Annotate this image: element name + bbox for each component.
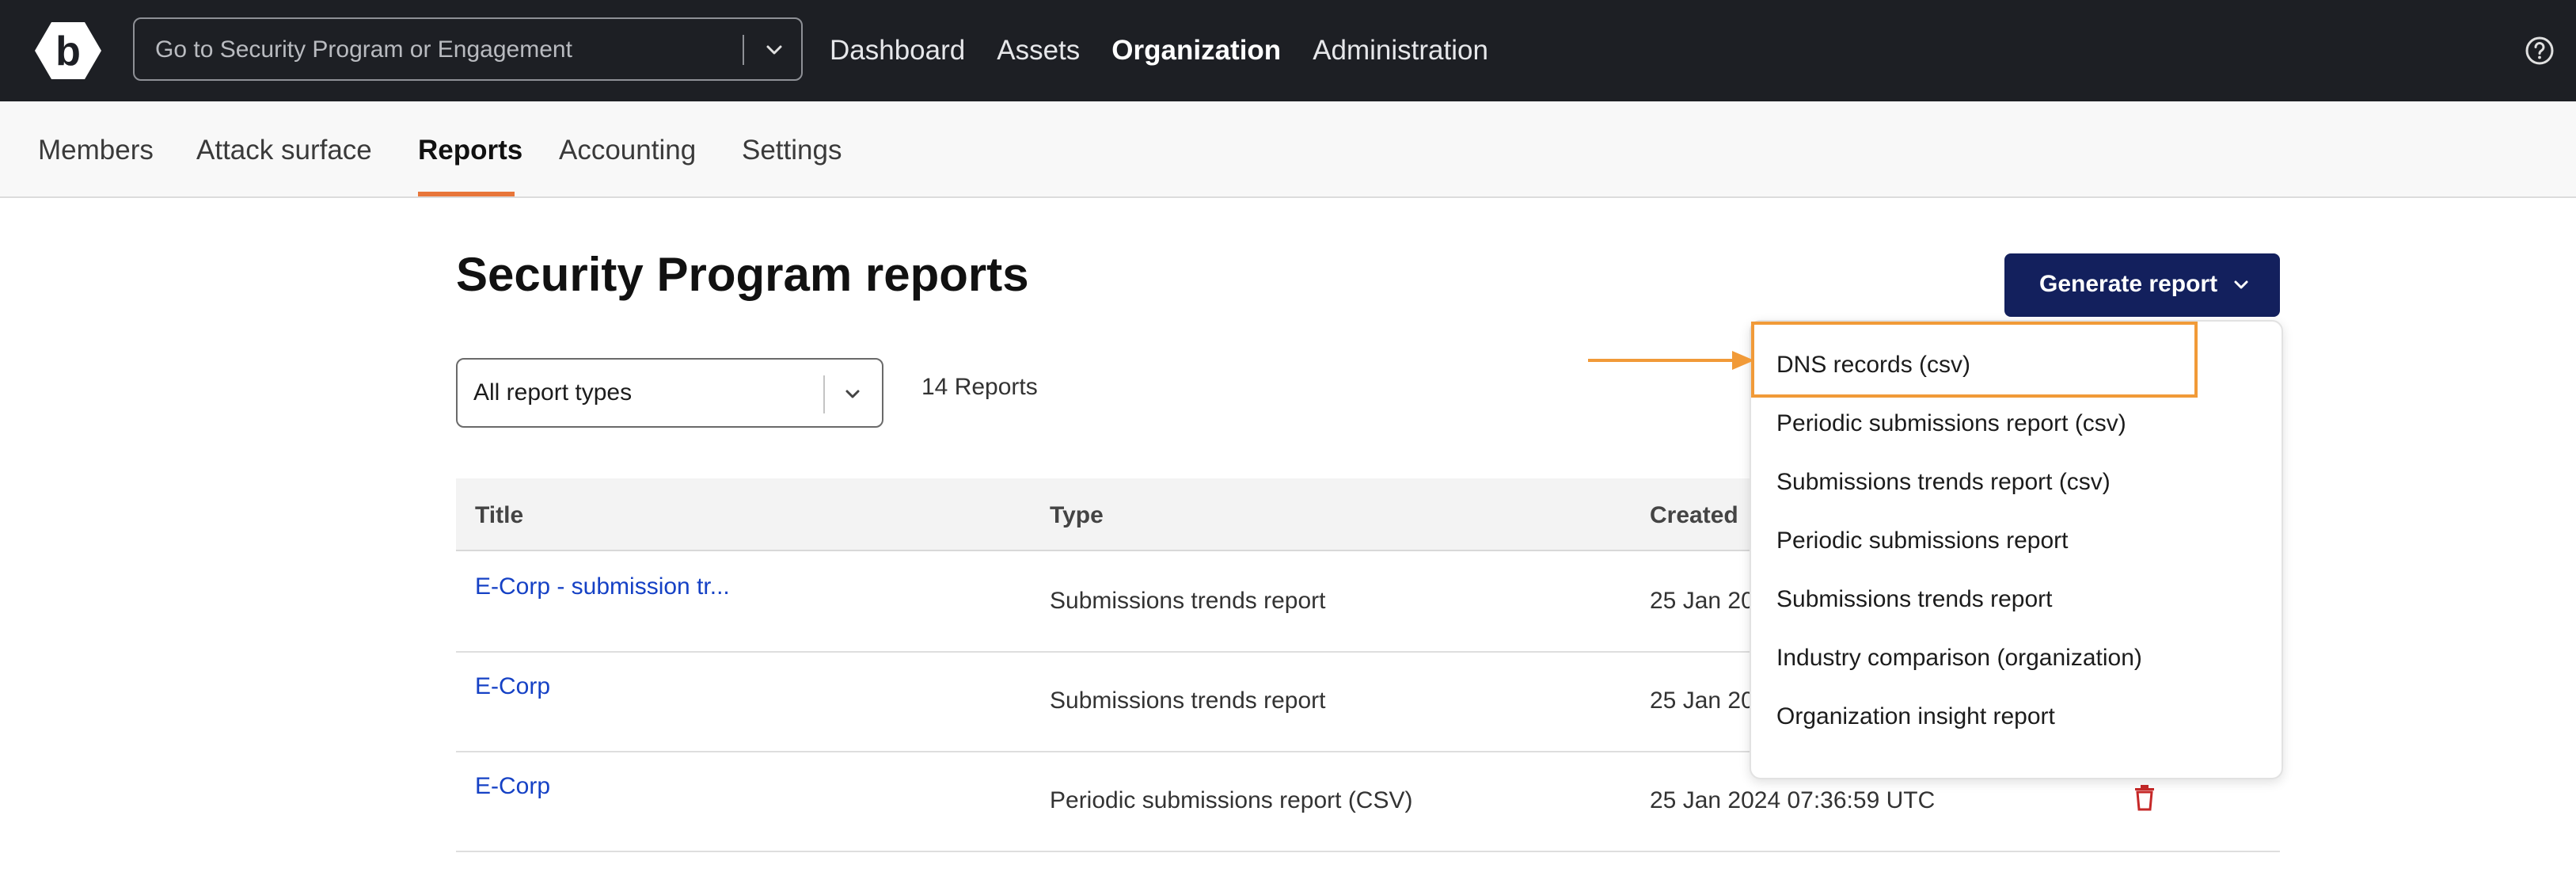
report-type-filter-value: All report types [473,379,633,406]
nav-organization[interactable]: Organization [1111,35,1281,67]
logo-icon[interactable]: b [35,21,101,81]
generate-report-label: Generate report [2039,271,2218,297]
arrow-annotation [1588,351,1754,370]
report-created: 25 Jan 2024 07:36:59 UTC [1650,787,1936,813]
menu-item-periodic-submissions[interactable]: Periodic submissions report [1776,528,2068,554]
tab-members[interactable]: Members [38,135,154,166]
menu-item-submissions-trends[interactable]: Submissions trends report [1776,586,2053,613]
generate-report-button[interactable]: Generate report [2004,253,2280,317]
menu-item-submissions-trends-csv[interactable]: Submissions trends report (csv) [1776,469,2111,496]
program-search-input[interactable] [154,19,711,81]
active-tab-indicator [418,192,515,196]
svg-text:b: b [55,29,81,74]
page-title: Security Program reports [456,248,1029,301]
tab-reports[interactable]: Reports [418,135,522,166]
column-header-title[interactable]: Title [475,502,523,529]
column-header-type[interactable]: Type [1050,502,1104,529]
report-title-link[interactable]: E-Corp [475,673,550,700]
search-divider [743,35,744,65]
top-navigation-bar: b Dashboard Assets Organization Administ… [0,0,2576,101]
report-type: Submissions trends report [1050,588,1326,614]
chevron-down-icon[interactable] [760,38,788,63]
program-search-combobox[interactable] [133,17,803,81]
main-nav: Dashboard Assets Organization Administra… [830,0,1488,101]
report-type: Periodic submissions report (CSV) [1050,787,1413,813]
trash-icon[interactable] [2133,784,2156,811]
report-type-filter[interactable]: All report types [456,358,883,428]
tab-settings[interactable]: Settings [742,135,842,166]
filter-divider [823,375,825,413]
column-header-created[interactable]: Created [1650,502,1738,529]
report-type: Submissions trends report [1050,687,1326,714]
tab-attack-surface[interactable]: Attack surface [196,135,372,166]
chevron-down-icon[interactable] [841,383,864,406]
menu-item-organization-insight[interactable]: Organization insight report [1776,703,2055,730]
tab-accounting[interactable]: Accounting [559,135,696,166]
menu-item-industry-comparison[interactable]: Industry comparison (organization) [1776,645,2142,672]
report-count: 14 Reports [921,374,1038,400]
organization-subnav: Members Attack surface Reports Accountin… [0,101,2576,198]
report-title-link[interactable]: E-Corp - submission tr... [475,573,730,600]
help-icon[interactable] [2524,35,2555,67]
chevron-down-icon [2234,280,2248,289]
nav-administration[interactable]: Administration [1313,35,1488,67]
menu-item-periodic-submissions-csv[interactable]: Periodic submissions report (csv) [1776,410,2126,437]
highlight-box [1751,322,2198,398]
report-title-link[interactable]: E-Corp [475,773,550,800]
report-created: 25 Jan 20 [1650,687,1754,714]
report-created: 25 Jan 20 [1650,588,1754,614]
nav-dashboard[interactable]: Dashboard [830,35,965,67]
nav-assets[interactable]: Assets [997,35,1080,67]
